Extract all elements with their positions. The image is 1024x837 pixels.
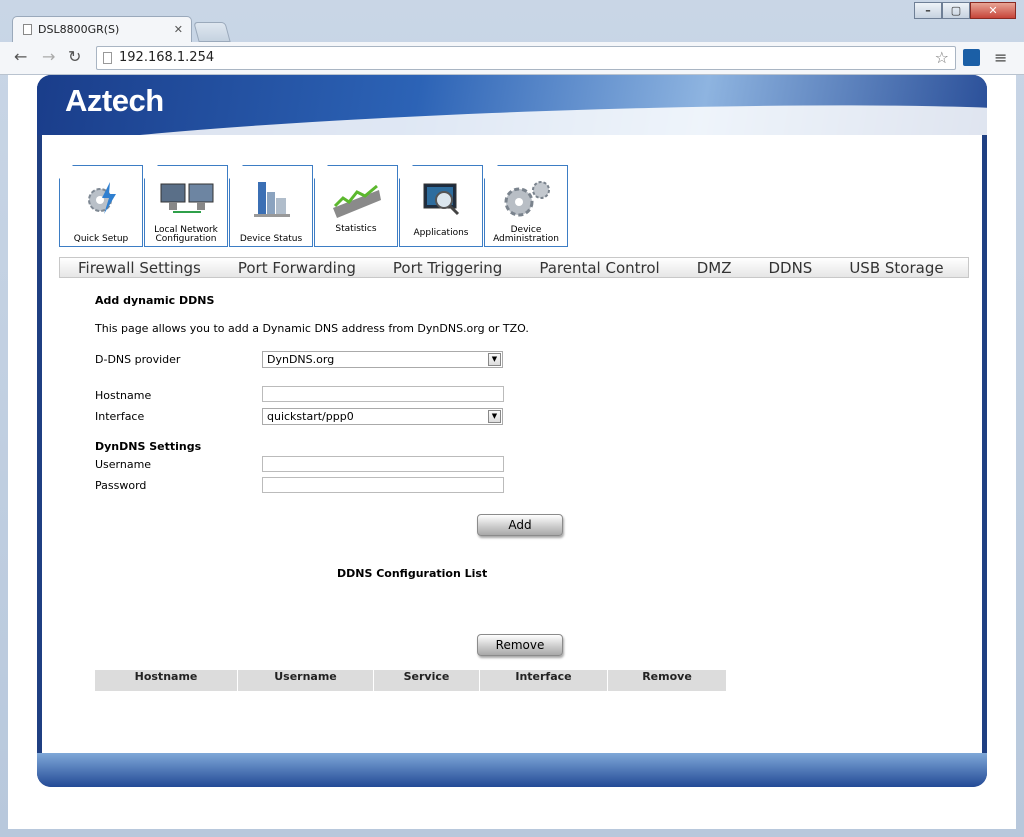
form-description: This page allows you to add a Dynamic DN… (95, 322, 529, 335)
back-icon[interactable]: ← (14, 47, 27, 66)
forward-icon[interactable]: → (42, 47, 55, 66)
menu-tab-label: Statistics (335, 224, 377, 234)
subnav-dmz[interactable]: DMZ (697, 259, 732, 277)
footer-bar (37, 753, 987, 787)
screen-magnifier-icon (423, 183, 460, 216)
browser-toolbar: ← → ↻ 192.168.1.254 ☆ (0, 42, 1024, 75)
browser-window: – ▢ ✕ DSL8800GR(S) ✕ ← → ↻ 192.168.1.254… (0, 0, 1024, 837)
minimize-icon[interactable]: – (914, 2, 942, 19)
menu-tab-label: Device Administration (493, 225, 559, 244)
tab-close-icon[interactable]: ✕ (174, 23, 183, 36)
interface-value: quickstart/ppp0 (267, 410, 354, 423)
provider-value: DynDNS.org (267, 353, 335, 366)
menu-tab-local-network[interactable]: Local Network Configuration (144, 165, 228, 247)
provider-label: D-DNS provider (95, 353, 181, 366)
page-icon (103, 52, 112, 64)
hostname-label: Hostname (95, 389, 152, 402)
add-button[interactable]: Add (477, 514, 563, 536)
column-service: Service (374, 670, 480, 691)
menu-tab-applications[interactable]: Applications (399, 165, 483, 247)
subnav-parental-control[interactable]: Parental Control (539, 259, 659, 277)
subnav-port-forwarding[interactable]: Port Forwarding (238, 259, 356, 277)
menu-tab-device-administration[interactable]: Device Administration (484, 165, 568, 247)
close-icon[interactable]: ✕ (970, 2, 1016, 19)
menu-tab-statistics[interactable]: Statistics (314, 165, 398, 247)
window-controls: – ▢ ✕ (914, 2, 1016, 19)
menu-tab-label: Applications (413, 228, 469, 238)
remove-button[interactable]: Remove (477, 634, 563, 656)
column-remove: Remove (642, 670, 692, 683)
bookmark-star-icon[interactable]: ☆ (935, 48, 949, 67)
content-area: Quick Setup Local Network Configuration (42, 135, 982, 753)
subnav-port-triggering[interactable]: Port Triggering (393, 259, 502, 277)
subnav-firewall-settings[interactable]: Firewall Settings (78, 259, 201, 277)
form-title: Add dynamic DDNS (95, 294, 215, 307)
subnav-usb-storage[interactable]: USB Storage (849, 259, 943, 277)
new-tab-button[interactable] (193, 22, 231, 42)
password-input[interactable] (262, 477, 504, 493)
interface-label: Interface (95, 410, 145, 423)
gear-lightning-icon (88, 182, 116, 214)
menu-tab-label: Quick Setup (73, 234, 129, 244)
interface-select[interactable]: quickstart/ppp0 ▼ (262, 408, 503, 425)
maximize-icon[interactable]: ▢ (942, 2, 970, 19)
line-graph-icon (333, 184, 381, 218)
url-text: 192.168.1.254 (119, 50, 215, 65)
provider-select[interactable]: DynDNS.org ▼ (262, 351, 503, 368)
banner-swoosh (37, 91, 987, 135)
menu-tab-device-status[interactable]: Device Status (229, 165, 313, 247)
address-bar[interactable]: 192.168.1.254 ☆ (96, 46, 956, 70)
router-frame: Aztech Quick Setup Local Network Configu… (37, 75, 987, 787)
extension-icon[interactable] (963, 49, 980, 66)
browser-tab[interactable]: DSL8800GR(S) ✕ (12, 16, 192, 42)
buildings-icon (254, 182, 290, 217)
gears-icon (504, 181, 550, 217)
column-username: Username (238, 670, 374, 691)
chevron-down-icon: ▼ (488, 410, 501, 423)
hostname-input[interactable] (262, 386, 504, 402)
dyndns-settings-heading: DynDNS Settings (95, 440, 202, 453)
menu-tab-quick-setup[interactable]: Quick Setup (59, 165, 143, 247)
username-label: Username (95, 458, 152, 471)
menu-icon[interactable]: ≡ (994, 48, 1007, 67)
aztech-logo: Aztech (65, 83, 164, 118)
reload-icon[interactable]: ↻ (68, 47, 81, 66)
password-label: Password (95, 479, 147, 492)
column-hostname: Hostname (95, 670, 238, 691)
chevron-down-icon: ▼ (488, 353, 501, 366)
header-banner: Aztech (37, 75, 987, 135)
monitors-icon (160, 183, 214, 213)
sub-navigation: Firewall Settings Port Forwarding Port T… (59, 257, 969, 278)
tab-title: DSL8800GR(S) (38, 23, 120, 36)
menu-tab-label: Local Network Configuration (154, 225, 218, 244)
menu-tab-label: Device Status (239, 234, 303, 244)
username-input[interactable] (262, 456, 504, 472)
ddns-table-header: Hostname Username Service Interface Remo… (95, 670, 726, 691)
page-icon (23, 24, 32, 35)
ddns-list-title: DDNS Configuration List (337, 567, 488, 580)
column-interface: Interface (480, 670, 608, 691)
subnav-ddns[interactable]: DDNS (768, 259, 812, 277)
page-viewport: Aztech Quick Setup Local Network Configu… (8, 75, 1016, 829)
